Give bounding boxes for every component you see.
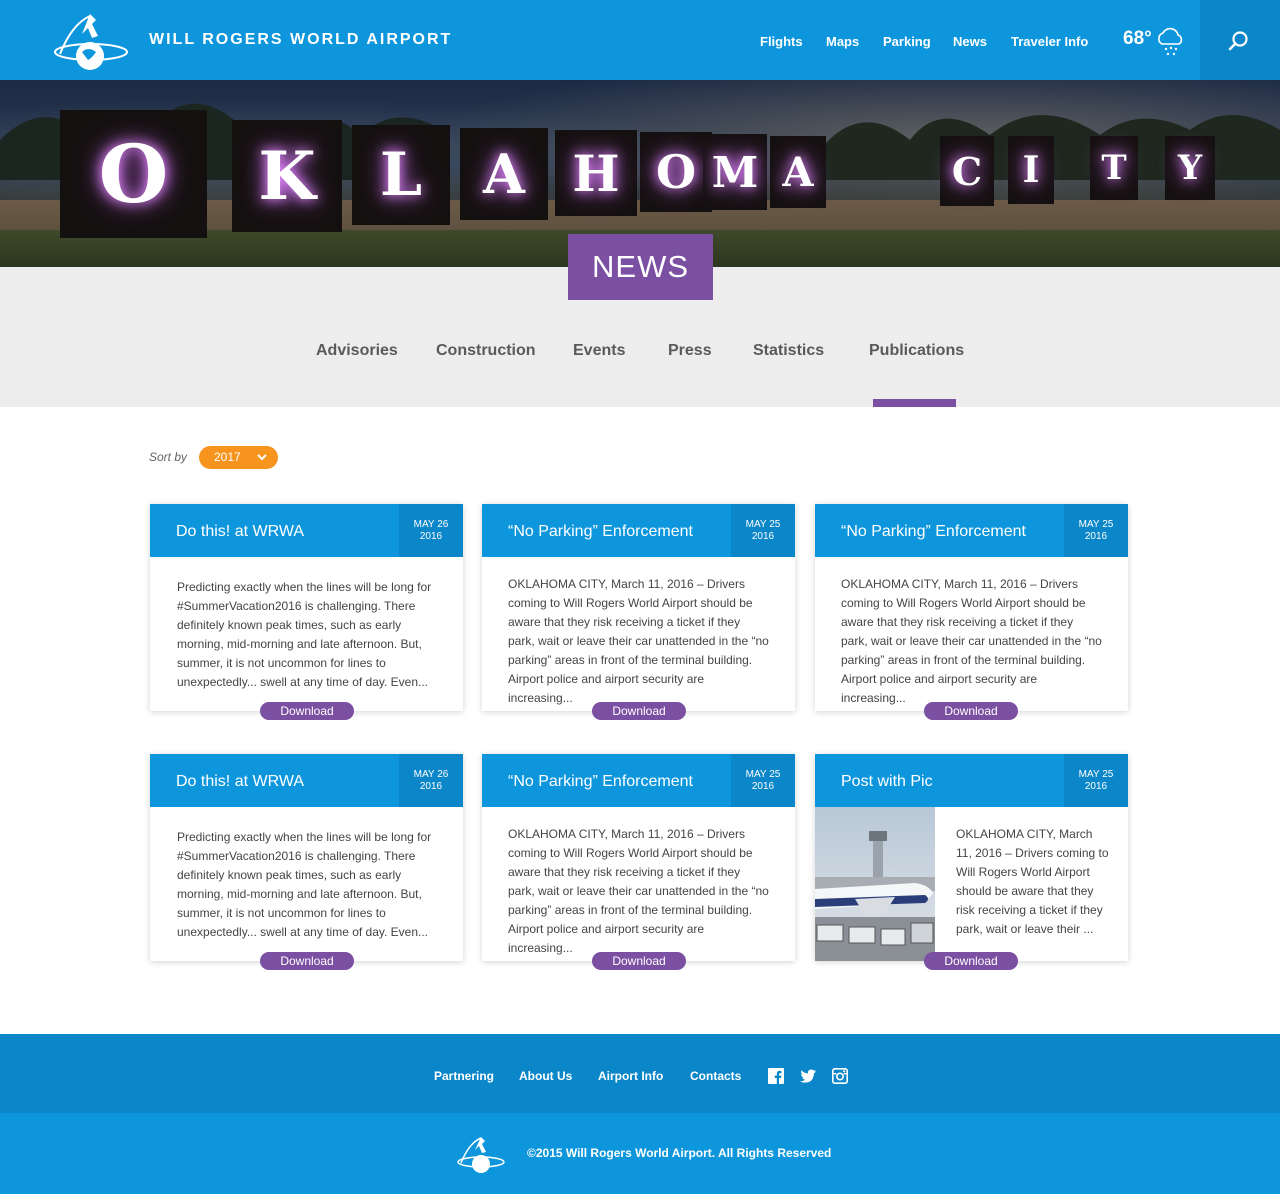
card-header: “No Parking” Enforcement MAY 25 2016 <box>482 754 795 807</box>
card-title[interactable]: Do this! at WRWA <box>176 773 304 791</box>
sort-year-select[interactable]: 2017 <box>199 446 278 469</box>
facebook-icon[interactable] <box>768 1068 784 1084</box>
card-excerpt: OKLAHOMA CITY, March 11, 2016 – Drivers … <box>956 827 1109 936</box>
card-excerpt: OKLAHOMA CITY, March 11, 2016 – Drivers … <box>508 827 769 955</box>
card-excerpt: Predicting exactly when the lines will b… <box>177 830 432 939</box>
tab-press[interactable]: Press <box>668 342 712 360</box>
sign-letter: O <box>640 132 712 212</box>
page-title: NEWS <box>568 234 713 300</box>
tab-construction[interactable]: Construction <box>436 342 536 360</box>
news-card: Post with Pic MAY 25 2016 OKLAHOMA CITY, … <box>815 754 1128 970</box>
instagram-icon[interactable] <box>832 1068 848 1084</box>
search-icon <box>1228 31 1248 51</box>
tab-events[interactable]: Events <box>573 342 625 360</box>
news-card: Do this! at WRWA MAY 26 2016 Predicting e… <box>150 504 463 720</box>
card-date: MAY 25 2016 <box>731 504 795 557</box>
footer-link-airport-info[interactable]: Airport Info <box>598 1069 663 1083</box>
card-photo[interactable] <box>815 807 935 961</box>
footer-bottom: ©2015 Will Rogers World Airport. All Rig… <box>0 1113 1280 1194</box>
sign-letter: M <box>703 134 767 210</box>
footer-link-contacts[interactable]: Contacts <box>690 1069 741 1083</box>
card-date: MAY 26 2016 <box>399 504 463 557</box>
sign-letter: K <box>232 120 342 232</box>
site-brand[interactable]: WILL ROGERS WORLD AIRPORT <box>149 31 452 49</box>
active-tab-indicator <box>873 399 956 407</box>
sort-label: Sort by <box>149 450 188 464</box>
tab-statistics[interactable]: Statistics <box>753 342 824 360</box>
airport-logo-icon[interactable] <box>52 6 130 74</box>
weather-temperature: 68° <box>1123 28 1152 49</box>
download-button[interactable]: Download <box>592 702 686 720</box>
search-button[interactable] <box>1200 0 1280 80</box>
airport-logo-icon[interactable] <box>456 1132 506 1176</box>
cloud-snow-icon <box>1158 27 1183 56</box>
card-title[interactable]: “No Parking” Enforcement <box>508 523 693 541</box>
download-button[interactable]: Download <box>260 952 354 970</box>
card-excerpt: Predicting exactly when the lines will b… <box>177 580 432 689</box>
footer-link-about-us[interactable]: About Us <box>519 1069 572 1083</box>
card-header: Do this! at WRWA MAY 26 2016 <box>150 754 463 807</box>
sign-letter: O <box>60 110 207 238</box>
download-button[interactable]: Download <box>924 952 1018 970</box>
card-date: MAY 25 2016 <box>731 754 795 807</box>
card-title[interactable]: Do this! at WRWA <box>176 523 304 541</box>
sign-letter: Y <box>1165 136 1215 200</box>
news-card: “No Parking” Enforcement MAY 25 2016 OKLA… <box>482 754 795 970</box>
footer-nav: Partnering About Us Airport Info Contact… <box>0 1034 1280 1113</box>
news-card: “No Parking” Enforcement MAY 25 2016 OKLA… <box>482 504 795 720</box>
download-button[interactable]: Download <box>592 952 686 970</box>
card-date: MAY 25 2016 <box>1064 754 1128 807</box>
twitter-icon[interactable] <box>800 1068 816 1084</box>
chevron-down-icon <box>257 454 267 461</box>
card-title[interactable]: “No Parking” Enforcement <box>841 523 1026 541</box>
card-header: Post with Pic MAY 25 2016 <box>815 754 1128 807</box>
sign-letter: I <box>1008 136 1054 204</box>
tab-publications[interactable]: Publications <box>869 342 964 360</box>
sign-letter: C <box>940 136 994 206</box>
sign-letter: L <box>352 125 450 225</box>
news-card: Do this! at WRWA MAY 26 2016 Predicting e… <box>150 754 463 970</box>
sign-letter: A <box>460 128 548 220</box>
card-header: “No Parking” Enforcement MAY 25 2016 <box>815 504 1128 557</box>
card-date: MAY 25 2016 <box>1064 504 1128 557</box>
sign-letter: T <box>1090 136 1138 200</box>
site-header: WILL ROGERS WORLD AIRPORT Flights Maps P… <box>0 0 1280 80</box>
nav-parking[interactable]: Parking <box>883 34 931 49</box>
sort-selected-value: 2017 <box>214 450 241 464</box>
card-date: MAY 26 2016 <box>399 754 463 807</box>
tab-advisories[interactable]: Advisories <box>316 342 398 360</box>
card-title[interactable]: Post with Pic <box>841 773 933 791</box>
card-excerpt: OKLAHOMA CITY, March 11, 2016 – Drivers … <box>841 577 1102 705</box>
nav-flights[interactable]: Flights <box>760 34 803 49</box>
card-excerpt: OKLAHOMA CITY, March 11, 2016 – Drivers … <box>508 577 769 705</box>
card-header: “No Parking” Enforcement MAY 25 2016 <box>482 504 795 557</box>
download-button[interactable]: Download <box>260 702 354 720</box>
airplane-photo <box>815 807 935 961</box>
news-card: “No Parking” Enforcement MAY 25 2016 OKLA… <box>815 504 1128 720</box>
copyright-text: ©2015 Will Rogers World Airport. All Rig… <box>527 1146 832 1160</box>
card-header: Do this! at WRWA MAY 26 2016 <box>150 504 463 557</box>
nav-traveler-info[interactable]: Traveler Info <box>1011 34 1088 49</box>
sign-letter: A <box>770 136 826 208</box>
nav-maps[interactable]: Maps <box>826 34 859 49</box>
footer-link-partnering[interactable]: Partnering <box>434 1069 494 1083</box>
card-title[interactable]: “No Parking” Enforcement <box>508 773 693 791</box>
download-button[interactable]: Download <box>924 702 1018 720</box>
sign-letter: H <box>555 130 637 216</box>
nav-news[interactable]: News <box>953 34 987 49</box>
